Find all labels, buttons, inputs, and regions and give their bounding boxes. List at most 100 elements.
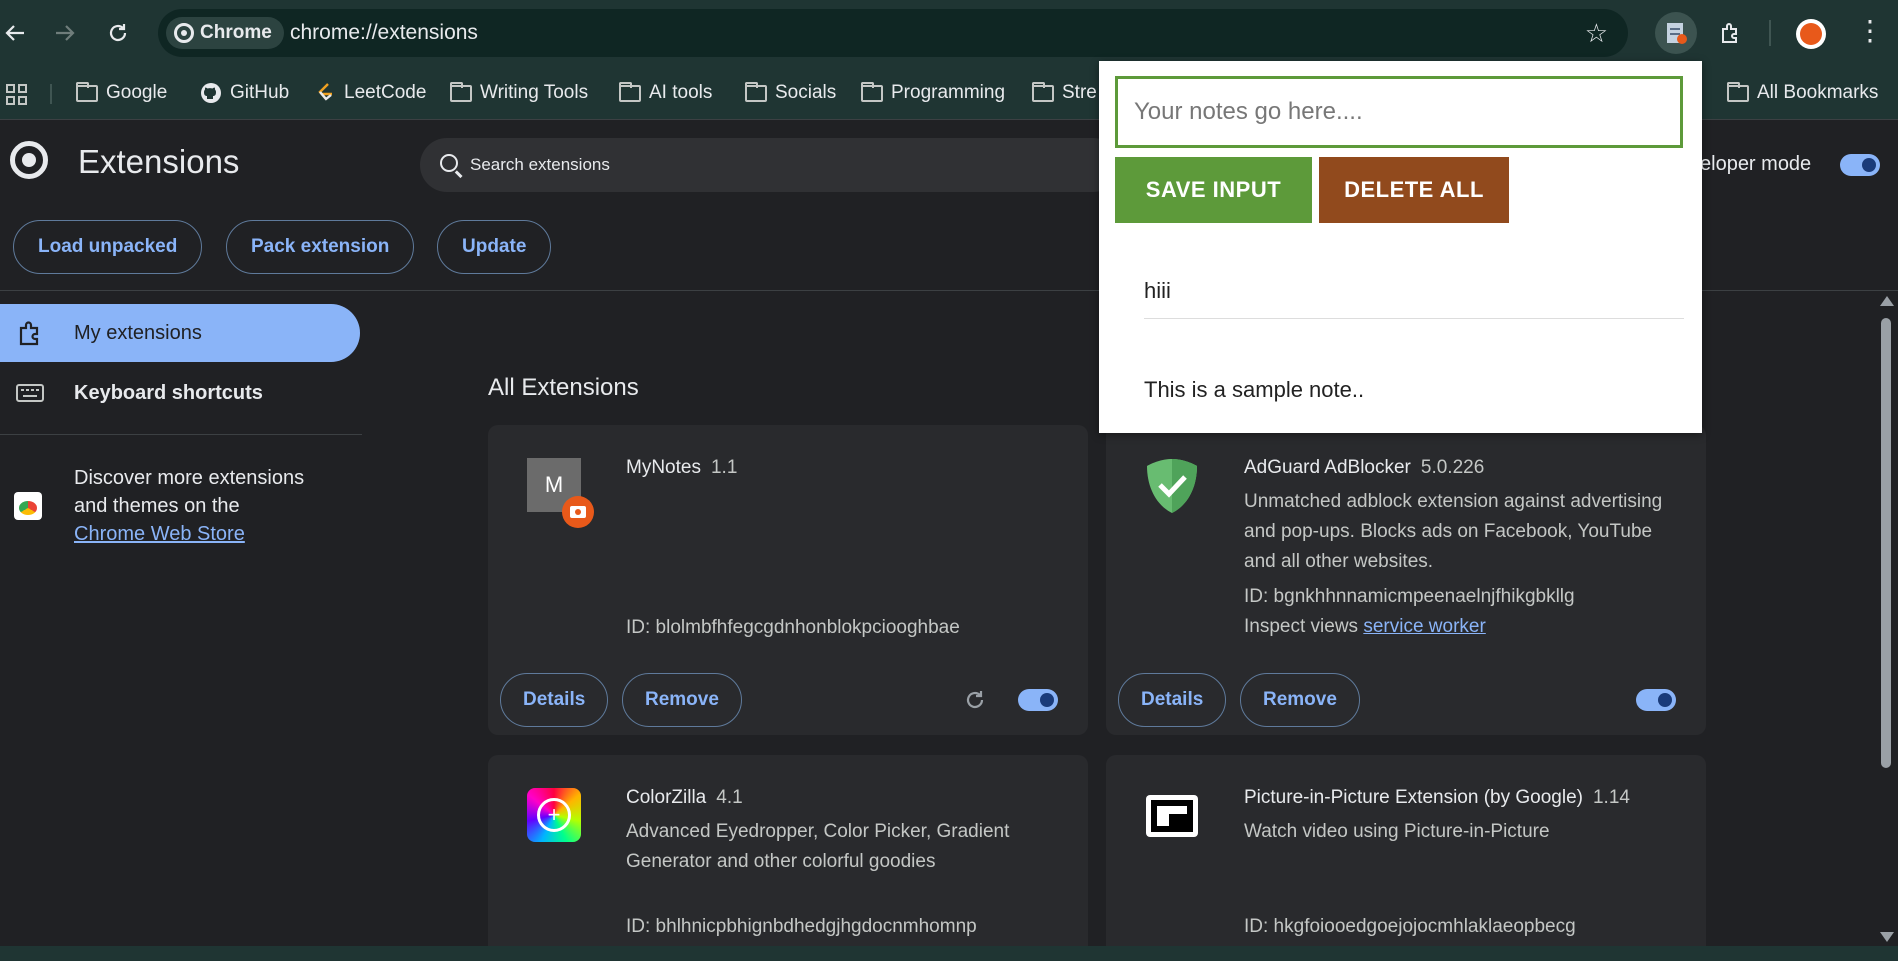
sidebar-item-my-extensions[interactable]: My extensions (0, 304, 360, 362)
extension-id: ID: bhlhnicpbhignbdhedgjhgdocnmhomnp (626, 916, 977, 937)
bookmark-writing-tools[interactable]: Writing Tools (450, 78, 588, 108)
load-unpacked-button[interactable]: Load unpacked (13, 220, 203, 274)
inspect-views-label: Inspect views (1244, 616, 1359, 637)
bookmark-label: Stre (1062, 82, 1097, 103)
reload-extension-icon[interactable] (963, 688, 987, 712)
basketball-avatar-icon (1800, 23, 1822, 45)
discover-label: Discover more extensions and themes on t… (74, 467, 305, 517)
remove-button[interactable]: Remove (622, 673, 742, 727)
discover-text: Discover more extensions and themes on t… (74, 464, 334, 548)
adguard-shield-icon (1147, 459, 1197, 513)
scroll-up-icon[interactable] (1880, 296, 1894, 306)
extension-card-adguard: AdGuard AdBlocker 5.0.226 Unmatched adblo… (1106, 425, 1706, 735)
site-chip[interactable]: Chrome (166, 17, 284, 49)
extension-name-text: AdGuard AdBlocker (1244, 457, 1411, 478)
folder-icon (619, 81, 641, 102)
notes-icon (1667, 23, 1687, 44)
extension-description: Advanced Eyedropper, Color Picker, Gradi… (626, 821, 1010, 872)
save-input-button[interactable]: SAVE INPUT (1115, 157, 1312, 223)
reload-button[interactable] (103, 18, 133, 48)
details-button[interactable]: Details (1118, 673, 1227, 727)
bookmark-stre[interactable]: Stre (1032, 78, 1097, 108)
extension-enable-toggle[interactable] (1018, 689, 1058, 711)
mynotes-extension-button[interactable] (1655, 12, 1697, 54)
extension-card-mynotes: M MyNotes 1.1 ID: blolmbfhfegcgdnhonblokp… (488, 425, 1088, 735)
sidebar-divider (0, 434, 362, 435)
page-scrollbar[interactable] (1876, 292, 1898, 946)
browser-toolbar: Chrome chrome://extensions ☆ ⋮ (0, 0, 1898, 66)
toolbar-separator (1769, 20, 1771, 46)
extension-enable-toggle[interactable] (1636, 689, 1676, 711)
extension-card-picture-in-picture: Picture-in-Picture Extension (by Google)… (1106, 755, 1706, 961)
note-divider (1144, 318, 1684, 319)
extension-id: ID: bgnkhhnnamicmpeenaelnjfhikgbkllg (1244, 586, 1575, 607)
back-arrow-icon (5, 25, 24, 41)
bookmark-label: Programming (891, 82, 1006, 103)
extension-name: AdGuard AdBlocker 5.0.226 (1244, 457, 1484, 479)
folder-icon (1727, 81, 1749, 102)
note-input[interactable] (1115, 76, 1683, 148)
url-text: chrome://extensions (290, 21, 478, 44)
bookmark-google[interactable]: Google (76, 78, 167, 108)
bookmark-leetcode[interactable]: LeetCode (316, 78, 426, 108)
bookmark-ai-tools[interactable]: AI tools (619, 78, 712, 108)
scroll-thumb[interactable] (1881, 318, 1891, 768)
extension-name-text: Picture-in-Picture Extension (by Google) (1244, 787, 1583, 808)
chrome-logo-icon (10, 141, 48, 179)
delete-all-button[interactable]: DELETE ALL (1319, 157, 1509, 223)
note-item: This is a sample note.. (1144, 377, 1365, 402)
extensions-menu-button[interactable] (1710, 12, 1752, 54)
extension-name: Picture-in-Picture Extension (by Google)… (1244, 787, 1630, 809)
bookmark-programming[interactable]: Programming (861, 78, 1005, 108)
extension-version: 1.1 (710, 457, 738, 478)
bookmark-github[interactable]: GitHub (200, 78, 289, 108)
folder-icon (1032, 81, 1054, 102)
details-button[interactable]: Details (500, 673, 609, 727)
bookmark-star-icon[interactable]: ☆ (1585, 18, 1608, 49)
folder-icon (861, 81, 883, 102)
pack-extension-button[interactable]: Pack extension (226, 220, 415, 274)
note-item: hiii (1144, 278, 1171, 303)
scroll-down-icon[interactable] (1880, 932, 1894, 942)
sidebar-item-label: My extensions (74, 321, 202, 344)
address-bar[interactable]: Chrome chrome://extensions ☆ (158, 9, 1628, 57)
extension-version: 4.1 (716, 787, 743, 808)
chrome-web-store-link[interactable]: Chrome Web Store (74, 523, 245, 545)
back-button[interactable] (0, 18, 30, 48)
bookmark-label: Socials (775, 82, 837, 103)
picture-in-picture-icon (1146, 795, 1198, 837)
all-bookmarks-button[interactable]: All Bookmarks (1727, 78, 1878, 108)
forward-arrow-icon (56, 25, 75, 41)
extension-id: ID: blolmbfhfegcgdnhonblokpciooghbae (626, 617, 960, 638)
service-worker-link[interactable]: service worker (1363, 616, 1485, 637)
extension-id: ID: hkgfoiooedgoejojocmhlaklaeopbecg (1244, 916, 1576, 937)
bookmarks-separator (50, 84, 52, 104)
bottom-status-strip (0, 946, 1898, 961)
colorzilla-icon: + (527, 788, 581, 842)
chrome-menu-icon[interactable]: ⋮ (1856, 14, 1884, 47)
search-box[interactable] (420, 138, 1120, 192)
forward-button[interactable] (50, 18, 80, 48)
site-chip-label: Chrome (200, 22, 272, 43)
bookmark-label: Writing Tools (480, 82, 589, 103)
remove-button[interactable]: Remove (1240, 673, 1360, 727)
bookmark-socials[interactable]: Socials (745, 78, 836, 108)
extension-name: MyNotes 1.1 (626, 457, 737, 479)
all-bookmarks-label: All Bookmarks (1757, 82, 1879, 103)
developer-mode-label: veloper mode (1690, 153, 1812, 175)
folder-icon (450, 81, 472, 102)
update-button[interactable]: Update (437, 220, 552, 274)
sidebar-item-keyboard-shortcuts[interactable]: Keyboard shortcuts (0, 364, 360, 422)
apps-grid-icon[interactable] (6, 80, 28, 110)
profile-avatar[interactable] (1796, 19, 1826, 49)
keyboard-icon (16, 384, 44, 402)
extension-card-colorzilla: + ColorZilla 4.1 Advanced Eyedropper, Col… (488, 755, 1088, 961)
extension-description: Watch video using Picture-in-Picture (1244, 821, 1550, 842)
inspect-views: Inspect views service worker (1244, 616, 1486, 638)
reload-icon (109, 24, 127, 42)
developer-mode-toggle[interactable] (1840, 154, 1880, 176)
page-title: Extensions (78, 143, 240, 180)
bookmark-label: AI tools (649, 82, 713, 103)
search-input[interactable] (470, 151, 1070, 179)
extension-name-text: MyNotes (626, 457, 701, 478)
